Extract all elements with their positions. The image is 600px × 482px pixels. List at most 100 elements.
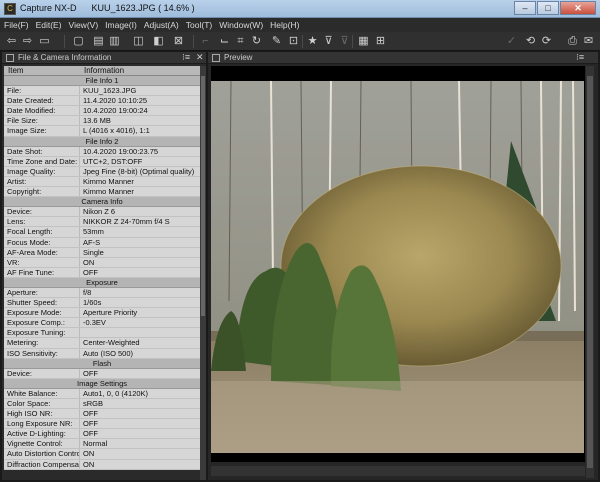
forward-icon[interactable]: ⇨ <box>21 35 34 48</box>
menu-item[interactable]: Help(H) <box>270 20 299 30</box>
photo-preview[interactable] <box>211 81 584 453</box>
filter-icon[interactable]: ⊽ <box>322 35 335 48</box>
row-key: Time Zone and Date: <box>4 156 80 166</box>
menu-item[interactable]: Window(W) <box>219 20 263 30</box>
menu-item[interactable]: Tool(T) <box>186 20 212 30</box>
close-button[interactable]: ✕ <box>560 1 596 15</box>
row-key: File: <box>4 86 80 96</box>
transfer-icon[interactable]: ✓ <box>505 35 518 48</box>
row-key: Shutter Speed: <box>4 298 80 308</box>
row-key: Device: <box>4 207 80 217</box>
single-view-icon[interactable]: ▢ <box>72 35 85 48</box>
row-value: OFF <box>83 429 98 439</box>
section-header[interactable]: Flash <box>4 358 200 369</box>
row-key: Artist: <box>4 176 80 187</box>
row-value: OFF <box>83 368 98 378</box>
row-key: Focus Mode: <box>4 237 80 247</box>
table-row: Metering: Center-Weighted <box>4 338 200 349</box>
preview-menu-icon[interactable]: ⁝≡ <box>576 52 584 63</box>
file-camera-info-panel: File & Camera Information ⁝≡ ✕ Item Info… <box>2 52 206 480</box>
table-row: Date Shot: 10.4.2020 19:00:23.75 <box>4 146 200 157</box>
menu-item[interactable]: Image(I) <box>105 20 137 30</box>
table-row: High ISO NR: OFF <box>4 409 200 420</box>
brush-icon[interactable]: ⌐ <box>199 35 212 48</box>
table-header: Item Information <box>4 66 200 76</box>
thumbnail-view-icon[interactable]: ▤ <box>92 35 105 48</box>
slideshow-icon[interactable]: ▦ <box>357 35 370 48</box>
mail-icon[interactable]: ✉ <box>582 35 595 48</box>
row-key: Date Shot: <box>4 146 80 156</box>
section-header[interactable]: Exposure <box>4 277 200 288</box>
row-value: Auto1, 0, 0 (4120K) <box>83 388 149 398</box>
crop-icon[interactable]: ⌗ <box>234 35 247 48</box>
toolbar: ⇦ ⇨ ▭ ▢ ▤ ▥ ◫ ◧ ⊠ ⌐ ⌙ ⌗ ↻ ✎ ⊡ ★ ⊽ ⊽ ▦ ⊞ … <box>0 32 600 51</box>
table-row: Image Size: L (4016 x 4016), 1:1 <box>4 126 200 137</box>
panel-menu-icon[interactable]: ⁝≡ <box>182 52 190 63</box>
table-row: Shutter Speed: 1/60s <box>4 298 200 309</box>
preview-header: Preview ⁝≡ <box>208 52 598 64</box>
preview-scrollbar[interactable] <box>586 66 594 478</box>
section-header[interactable]: Image Settings <box>4 378 200 389</box>
table-row: Focus Mode: AF-S <box>4 237 200 248</box>
row-key: Metering: <box>4 338 80 348</box>
row-value: f/8 <box>83 287 92 297</box>
col-item-header[interactable]: Item <box>4 66 80 75</box>
auto-retouch-icon[interactable]: ✎ <box>270 35 283 48</box>
row-key: Diffraction Compensation: <box>4 459 80 469</box>
info-scrollbar[interactable] <box>200 66 206 480</box>
row-value: 1/60s <box>83 298 102 308</box>
print-icon[interactable]: ⎙ <box>566 35 579 48</box>
table-row: Exposure Comp.: -0.3EV <box>4 318 200 329</box>
preview-panel: Preview ⁝≡ <box>208 52 598 480</box>
row-value: Jpeg Fine (8-bit) (Optimal quality) <box>83 166 195 176</box>
menu-item[interactable]: File(F) <box>4 20 29 30</box>
filter-clear-icon[interactable]: ⊽ <box>338 35 351 48</box>
preview-canvas[interactable] <box>211 66 585 462</box>
row-value <box>80 328 200 337</box>
row-key: Exposure Comp.: <box>4 318 80 328</box>
section-header[interactable]: File Info 1 <box>4 76 200 87</box>
fullscreen-icon[interactable]: ⊞ <box>374 35 387 48</box>
section-header[interactable]: Camera Info <box>4 197 200 208</box>
minimize-button[interactable]: – <box>514 1 536 15</box>
row-value: ON <box>83 449 95 459</box>
row-key: Vignette Control: <box>4 439 80 449</box>
menu-item[interactable]: Edit(E) <box>36 20 62 30</box>
section-header[interactable]: File Info 2 <box>4 136 200 147</box>
dual-view-icon[interactable]: ◧ <box>152 35 165 48</box>
menu-item[interactable]: Adjust(A) <box>144 20 179 30</box>
row-key: Image Quality: <box>4 166 80 176</box>
row-key: High ISO NR: <box>4 409 80 419</box>
row-key: AF Fine Tune: <box>4 267 80 277</box>
row-value: -0.3EV <box>83 318 106 328</box>
batch-process-icon[interactable]: ⟲ <box>524 35 537 48</box>
row-key: Aperture: <box>4 287 80 298</box>
row-value: KUU_1623.JPG <box>83 86 137 96</box>
straighten-icon[interactable]: ⌙ <box>218 35 231 48</box>
star-icon[interactable]: ★ <box>306 35 319 48</box>
compare-icon[interactable]: ◫ <box>132 35 145 48</box>
back-icon[interactable]: ⇦ <box>5 35 18 48</box>
row-key: Copyright: <box>4 187 80 197</box>
open-with-icon[interactable]: ⟳ <box>540 35 553 48</box>
col-info-header[interactable]: Information <box>80 66 124 75</box>
table-row: Focal Length: 53mm <box>4 227 200 238</box>
row-value: 13.6 MB <box>83 116 111 126</box>
table-row: Exposure Mode: Aperture Priority <box>4 308 200 319</box>
preview-hscrollbar[interactable] <box>211 466 585 476</box>
table-row: Auto Distortion Control: ON <box>4 449 200 460</box>
folder-open-icon[interactable]: ▭ <box>38 35 51 48</box>
filmstrip-icon[interactable]: ▥ <box>108 35 121 48</box>
panel-close-icon[interactable]: ✕ <box>196 52 204 63</box>
label-icon[interactable]: ⊡ <box>287 35 300 48</box>
maximize-button[interactable]: □ <box>537 1 559 15</box>
row-key: File Size: <box>4 116 80 126</box>
row-value: Nikon Z 6 <box>83 207 116 217</box>
menu-item[interactable]: View(V) <box>69 20 99 30</box>
row-key: VR: <box>4 257 80 267</box>
row-key: Color Space: <box>4 399 80 409</box>
rotate-icon[interactable]: ↻ <box>250 35 263 48</box>
row-value: OFF <box>83 267 98 277</box>
window-title: Capture NX-D KUU_1623.JPG ( 14.6% ) <box>20 3 195 13</box>
fit-screen-icon[interactable]: ⊠ <box>172 35 185 48</box>
